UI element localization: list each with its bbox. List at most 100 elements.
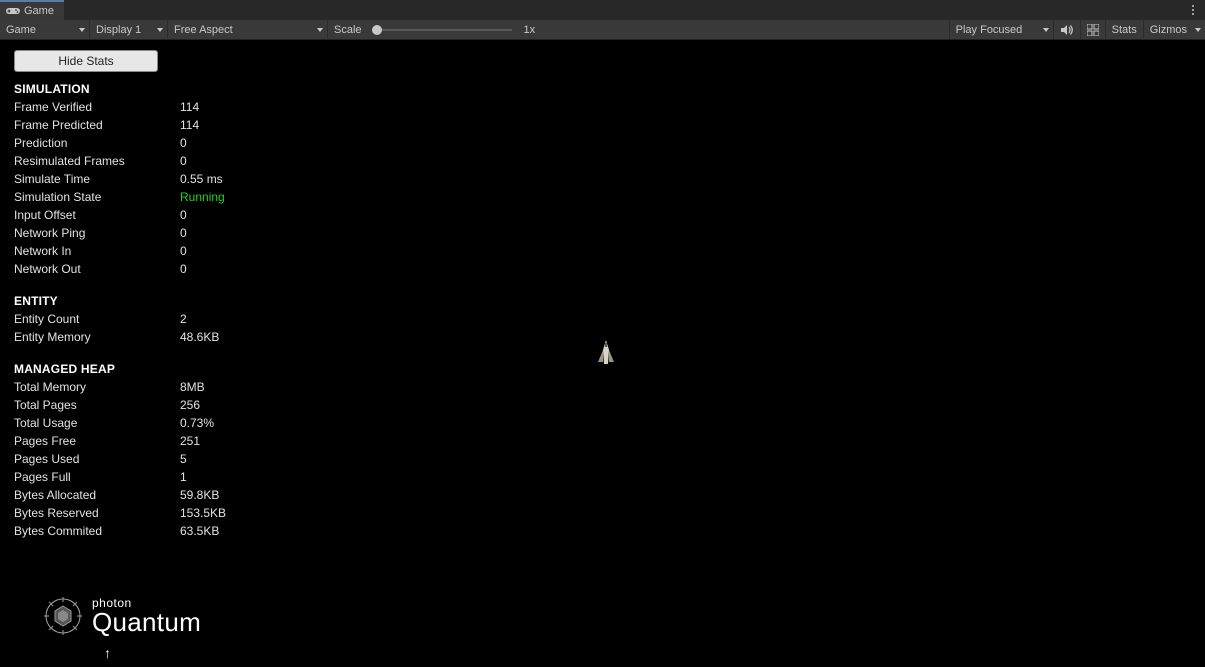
gamepad-icon <box>6 6 20 16</box>
mute-audio-button[interactable] <box>1053 20 1080 39</box>
stats-overlay: Hide Stats SIMULATIONFrame Verified114Fr… <box>14 50 226 540</box>
tab-title: Game <box>24 5 54 17</box>
kebab-menu-icon[interactable] <box>1185 0 1201 20</box>
stat-value: 251 <box>180 434 200 448</box>
logo-title: Quantum <box>92 609 201 635</box>
stat-value: 0 <box>180 244 187 258</box>
stat-row: Pages Full1 <box>14 468 226 486</box>
stat-row: Frame Verified114 <box>14 98 226 116</box>
stat-value: 114 <box>180 118 199 132</box>
stat-row: Bytes Reserved153.5KB <box>14 504 226 522</box>
section-title: MANAGED HEAP <box>14 362 226 376</box>
stat-label: Prediction <box>14 136 180 150</box>
stat-value: 153.5KB <box>180 506 226 520</box>
speaker-icon <box>1060 24 1074 36</box>
stat-value: 256 <box>180 398 200 412</box>
chevron-down-icon <box>79 28 85 32</box>
scale-value: 1x <box>518 20 542 39</box>
stat-value: 63.5KB <box>180 524 219 538</box>
game-toolbar: Game Display 1 Free Aspect Scale 1x Play… <box>0 20 1205 40</box>
game-viewport: Hide Stats SIMULATIONFrame Verified114Fr… <box>0 40 1205 667</box>
stat-value: 0.73% <box>180 416 214 430</box>
stat-row: Total Memory8MB <box>14 378 226 396</box>
stat-label: Total Pages <box>14 398 180 412</box>
stat-label: Network Ping <box>14 226 180 240</box>
aspect-dropdown[interactable]: Free Aspect <box>168 20 328 39</box>
dropdown-label: Display 1 <box>96 24 141 36</box>
stat-row: Pages Used5 <box>14 450 226 468</box>
gizmos-dropdown[interactable]: Gizmos <box>1143 20 1205 39</box>
stat-row: Simulate Time0.55 ms <box>14 170 226 188</box>
scale-label: Scale <box>328 20 368 39</box>
dropdown-label: Game <box>6 24 36 36</box>
stat-row: Total Pages256 <box>14 396 226 414</box>
stat-label: Entity Memory <box>14 330 180 344</box>
stat-label: Entity Count <box>14 312 180 326</box>
chevron-down-icon <box>317 28 323 32</box>
stat-label: Total Memory <box>14 380 180 394</box>
quantum-logo-icon <box>42 595 84 637</box>
stat-value: 0 <box>180 226 187 240</box>
stat-row: Bytes Commited63.5KB <box>14 522 226 540</box>
player-ship <box>596 340 616 364</box>
grid-icon <box>1087 24 1099 36</box>
stat-label: Network In <box>14 244 180 258</box>
stat-value: 59.8KB <box>180 488 219 502</box>
stat-row: Input Offset0 <box>14 206 226 224</box>
stat-value: 0 <box>180 154 187 168</box>
photon-quantum-logo: photon Quantum <box>42 595 201 637</box>
game-mode-dropdown[interactable]: Game <box>0 20 90 39</box>
stat-value: 2 <box>180 312 187 326</box>
stat-row: Pages Free251 <box>14 432 226 450</box>
chevron-down-icon <box>1195 28 1201 32</box>
stat-row: Entity Count2 <box>14 310 226 328</box>
dropdown-label: Gizmos <box>1150 24 1187 36</box>
stat-value: 0 <box>180 208 187 222</box>
stat-row: Total Usage0.73% <box>14 414 226 432</box>
stat-value: 5 <box>180 452 187 466</box>
stat-label: Frame Verified <box>14 100 180 114</box>
tab-game[interactable]: Game <box>0 0 64 20</box>
stat-label: Bytes Commited <box>14 524 180 538</box>
stat-row: Entity Memory48.6KB <box>14 328 226 346</box>
stat-row: Frame Predicted114 <box>14 116 226 134</box>
scale-slider[interactable] <box>368 20 518 39</box>
section-title: SIMULATION <box>14 82 226 96</box>
button-label: Stats <box>1112 24 1137 36</box>
maximize-button[interactable] <box>1080 20 1105 39</box>
dropdown-label: Play Focused <box>956 24 1023 36</box>
hide-stats-button[interactable]: Hide Stats <box>14 50 158 72</box>
stats-button[interactable]: Stats <box>1105 20 1143 39</box>
stat-value: 0 <box>180 136 187 150</box>
stat-value: 1 <box>180 470 187 484</box>
stat-row: Network Out0 <box>14 260 226 278</box>
stat-value: 114 <box>180 100 199 114</box>
stat-label: Resimulated Frames <box>14 154 180 168</box>
chevron-down-icon <box>1043 28 1049 32</box>
stat-label: Pages Full <box>14 470 180 484</box>
stat-value: 0 <box>180 262 187 276</box>
play-focused-dropdown[interactable]: Play Focused <box>949 20 1053 39</box>
stat-value: 48.6KB <box>180 330 219 344</box>
slider-thumb[interactable] <box>372 25 382 35</box>
tab-bar: Game <box>0 0 1205 20</box>
display-dropdown[interactable]: Display 1 <box>90 20 168 39</box>
section-title: ENTITY <box>14 294 226 308</box>
stat-row: Resimulated Frames0 <box>14 152 226 170</box>
stat-row: Prediction0 <box>14 134 226 152</box>
stat-row: Network In0 <box>14 242 226 260</box>
stat-value: Running <box>180 190 225 204</box>
stat-row: Simulation StateRunning <box>14 188 226 206</box>
stat-row: Network Ping0 <box>14 224 226 242</box>
stat-row: Bytes Allocated59.8KB <box>14 486 226 504</box>
chevron-down-icon <box>157 28 163 32</box>
dropdown-label: Free Aspect <box>174 24 233 36</box>
stat-value: 0.55 ms <box>180 172 223 186</box>
stat-label: Simulation State <box>14 190 180 204</box>
stat-label: Pages Used <box>14 452 180 466</box>
stat-label: Simulate Time <box>14 172 180 186</box>
button-label: Hide Stats <box>58 54 113 68</box>
stat-label: Input Offset <box>14 208 180 222</box>
stat-label: Frame Predicted <box>14 118 180 132</box>
stat-label: Bytes Reserved <box>14 506 180 520</box>
